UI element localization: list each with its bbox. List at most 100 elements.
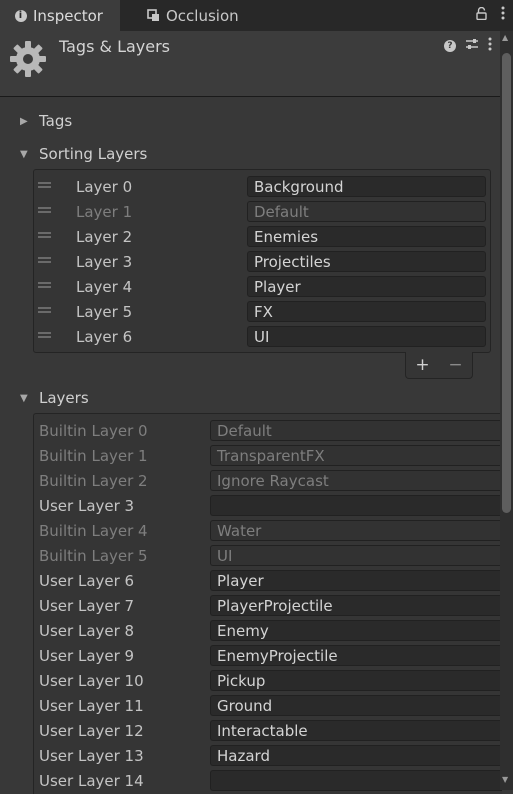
sorting-layer-label: Layer 6: [76, 327, 133, 346]
arrow-right-icon: ▶: [20, 115, 28, 127]
sorting-layer-label: Layer 4: [76, 277, 133, 296]
sorting-layer-row[interactable]: Layer 4 Player: [34, 274, 490, 299]
layer-name-field: Ignore Raycast: [210, 470, 502, 491]
inspector-header: Tags & Layers ?: [0, 31, 500, 97]
header-menu-icon[interactable]: [488, 37, 492, 55]
tab-inspector-label: Inspector: [33, 6, 103, 25]
layer-name-field[interactable]: Enemy: [210, 620, 502, 641]
sorting-layer-row[interactable]: Layer 5 FX: [34, 299, 490, 324]
sorting-layer-name-field[interactable]: UI: [247, 326, 486, 347]
tab-bar: i Inspector Occlusion: [0, 0, 513, 31]
layer-label: User Layer 11: [39, 696, 144, 715]
tab-occlusion-label: Occlusion: [166, 6, 239, 25]
section-tags[interactable]: ▶ Tags: [20, 112, 72, 130]
sorting-layer-label: Layer 0: [76, 177, 133, 196]
sorting-layer-row[interactable]: Layer 6 UI: [34, 324, 490, 349]
sorting-layer-label: Layer 3: [76, 252, 133, 271]
sorting-layers-list: Layer 0 Background Layer 1 Default Layer 2 En…: [33, 169, 491, 353]
tab-menu-icon[interactable]: [501, 6, 505, 24]
layer-name-field[interactable]: EnemyProjectile: [210, 645, 502, 666]
tab-occlusion[interactable]: Occlusion: [133, 0, 239, 31]
arrow-down-icon: ▼: [20, 148, 28, 160]
layer-row: Builtin Layer 2 Ignore Raycast: [34, 468, 502, 493]
layer-label: User Layer 3: [39, 496, 135, 515]
sorting-layer-name-field: Default: [247, 201, 486, 222]
layer-label: Builtin Layer 2: [39, 471, 148, 490]
page-title: Tags & Layers: [59, 37, 171, 56]
drag-handle-icon[interactable]: [38, 207, 51, 215]
layer-name-field[interactable]: Interactable: [210, 720, 502, 741]
layer-label: User Layer 9: [39, 646, 135, 665]
help-icon[interactable]: ?: [444, 40, 456, 52]
arrow-down-icon: ▼: [20, 392, 28, 404]
sorting-layer-label: Layer 2: [76, 227, 133, 246]
layer-name-field[interactable]: Player: [210, 570, 502, 591]
layer-row: User Layer 13 Hazard: [34, 743, 502, 768]
layer-row: User Layer 7 PlayerProjectile: [34, 593, 502, 618]
layer-row: User Layer 9 EnemyProjectile: [34, 643, 502, 668]
sorting-layer-row[interactable]: Layer 2 Enemies: [34, 224, 490, 249]
sorting-layer-row[interactable]: Layer 3 Projectiles: [34, 249, 490, 274]
scroll-down-icon[interactable]: ▼: [502, 775, 508, 784]
scrollbar[interactable]: ▲ ▼: [500, 31, 513, 790]
sorting-layer-row[interactable]: Layer 1 Default: [34, 199, 490, 224]
layer-label: Builtin Layer 0: [39, 421, 148, 440]
drag-handle-icon[interactable]: [38, 182, 51, 190]
sorting-layer-name-field[interactable]: Background: [247, 176, 486, 197]
layer-row: User Layer 10 Pickup: [34, 668, 502, 693]
list-add-remove: + −: [405, 352, 473, 379]
layer-row: User Layer 8 Enemy: [34, 618, 502, 643]
layer-row: Builtin Layer 4 Water: [34, 518, 502, 543]
layer-name-field[interactable]: [210, 770, 502, 791]
layer-row: User Layer 3: [34, 493, 502, 518]
drag-handle-icon[interactable]: [38, 232, 51, 240]
sorting-layer-name-field[interactable]: Player: [247, 276, 486, 297]
layer-label: User Layer 6: [39, 571, 135, 590]
add-button[interactable]: +: [415, 355, 429, 375]
info-icon: i: [14, 9, 27, 22]
layer-label: User Layer 8: [39, 621, 135, 640]
layer-row: User Layer 6 Player: [34, 568, 502, 593]
layer-row: User Layer 12 Interactable: [34, 718, 502, 743]
layer-name-field[interactable]: Ground: [210, 695, 502, 716]
layer-name-field: TransparentFX: [210, 445, 502, 466]
sorting-layer-row[interactable]: Layer 0 Background: [34, 174, 490, 199]
layer-label: User Layer 7: [39, 596, 135, 615]
drag-handle-icon[interactable]: [38, 282, 51, 290]
sorting-layer-name-field[interactable]: FX: [247, 301, 486, 322]
layer-label: Builtin Layer 5: [39, 546, 148, 565]
sorting-layer-label: Layer 5: [76, 302, 133, 321]
section-sorting-layers-label: Sorting Layers: [39, 145, 148, 163]
layer-label: User Layer 13: [39, 746, 144, 765]
section-layers[interactable]: ▼ Layers: [20, 389, 89, 407]
remove-button[interactable]: −: [448, 355, 462, 375]
layer-label: User Layer 14: [39, 771, 144, 790]
sorting-layer-name-field[interactable]: Enemies: [247, 226, 486, 247]
sorting-layer-label: Layer 1: [76, 202, 133, 221]
drag-handle-icon[interactable]: [38, 307, 51, 315]
layer-name-field[interactable]: [210, 495, 502, 516]
scroll-up-icon[interactable]: ▲: [502, 33, 508, 42]
drag-handle-icon[interactable]: [38, 332, 51, 340]
gear-icon: [10, 41, 46, 77]
layer-label: User Layer 12: [39, 721, 144, 740]
layer-name-field[interactable]: Hazard: [210, 745, 502, 766]
layer-row: Builtin Layer 1 TransparentFX: [34, 443, 502, 468]
layers-list: Builtin Layer 0 Default Builtin Layer 1 Tra…: [33, 413, 502, 794]
section-sorting-layers[interactable]: ▼ Sorting Layers: [20, 145, 147, 163]
tab-inspector[interactable]: i Inspector: [0, 0, 120, 31]
presets-icon[interactable]: [465, 38, 479, 54]
layer-name-field: UI: [210, 545, 502, 566]
layer-label: Builtin Layer 4: [39, 521, 148, 540]
lock-icon[interactable]: [476, 6, 487, 24]
drag-handle-icon[interactable]: [38, 257, 51, 265]
scrollbar-thumb[interactable]: [502, 53, 511, 513]
layer-name-field[interactable]: Pickup: [210, 670, 502, 691]
layer-name-field[interactable]: PlayerProjectile: [210, 595, 502, 616]
sorting-layer-name-field[interactable]: Projectiles: [247, 251, 486, 272]
layer-label: Builtin Layer 1: [39, 446, 148, 465]
layer-row: User Layer 11 Ground: [34, 693, 502, 718]
layer-name-field: Water: [210, 520, 502, 541]
section-tags-label: Tags: [39, 112, 73, 130]
layer-row: User Layer 14: [34, 768, 502, 793]
